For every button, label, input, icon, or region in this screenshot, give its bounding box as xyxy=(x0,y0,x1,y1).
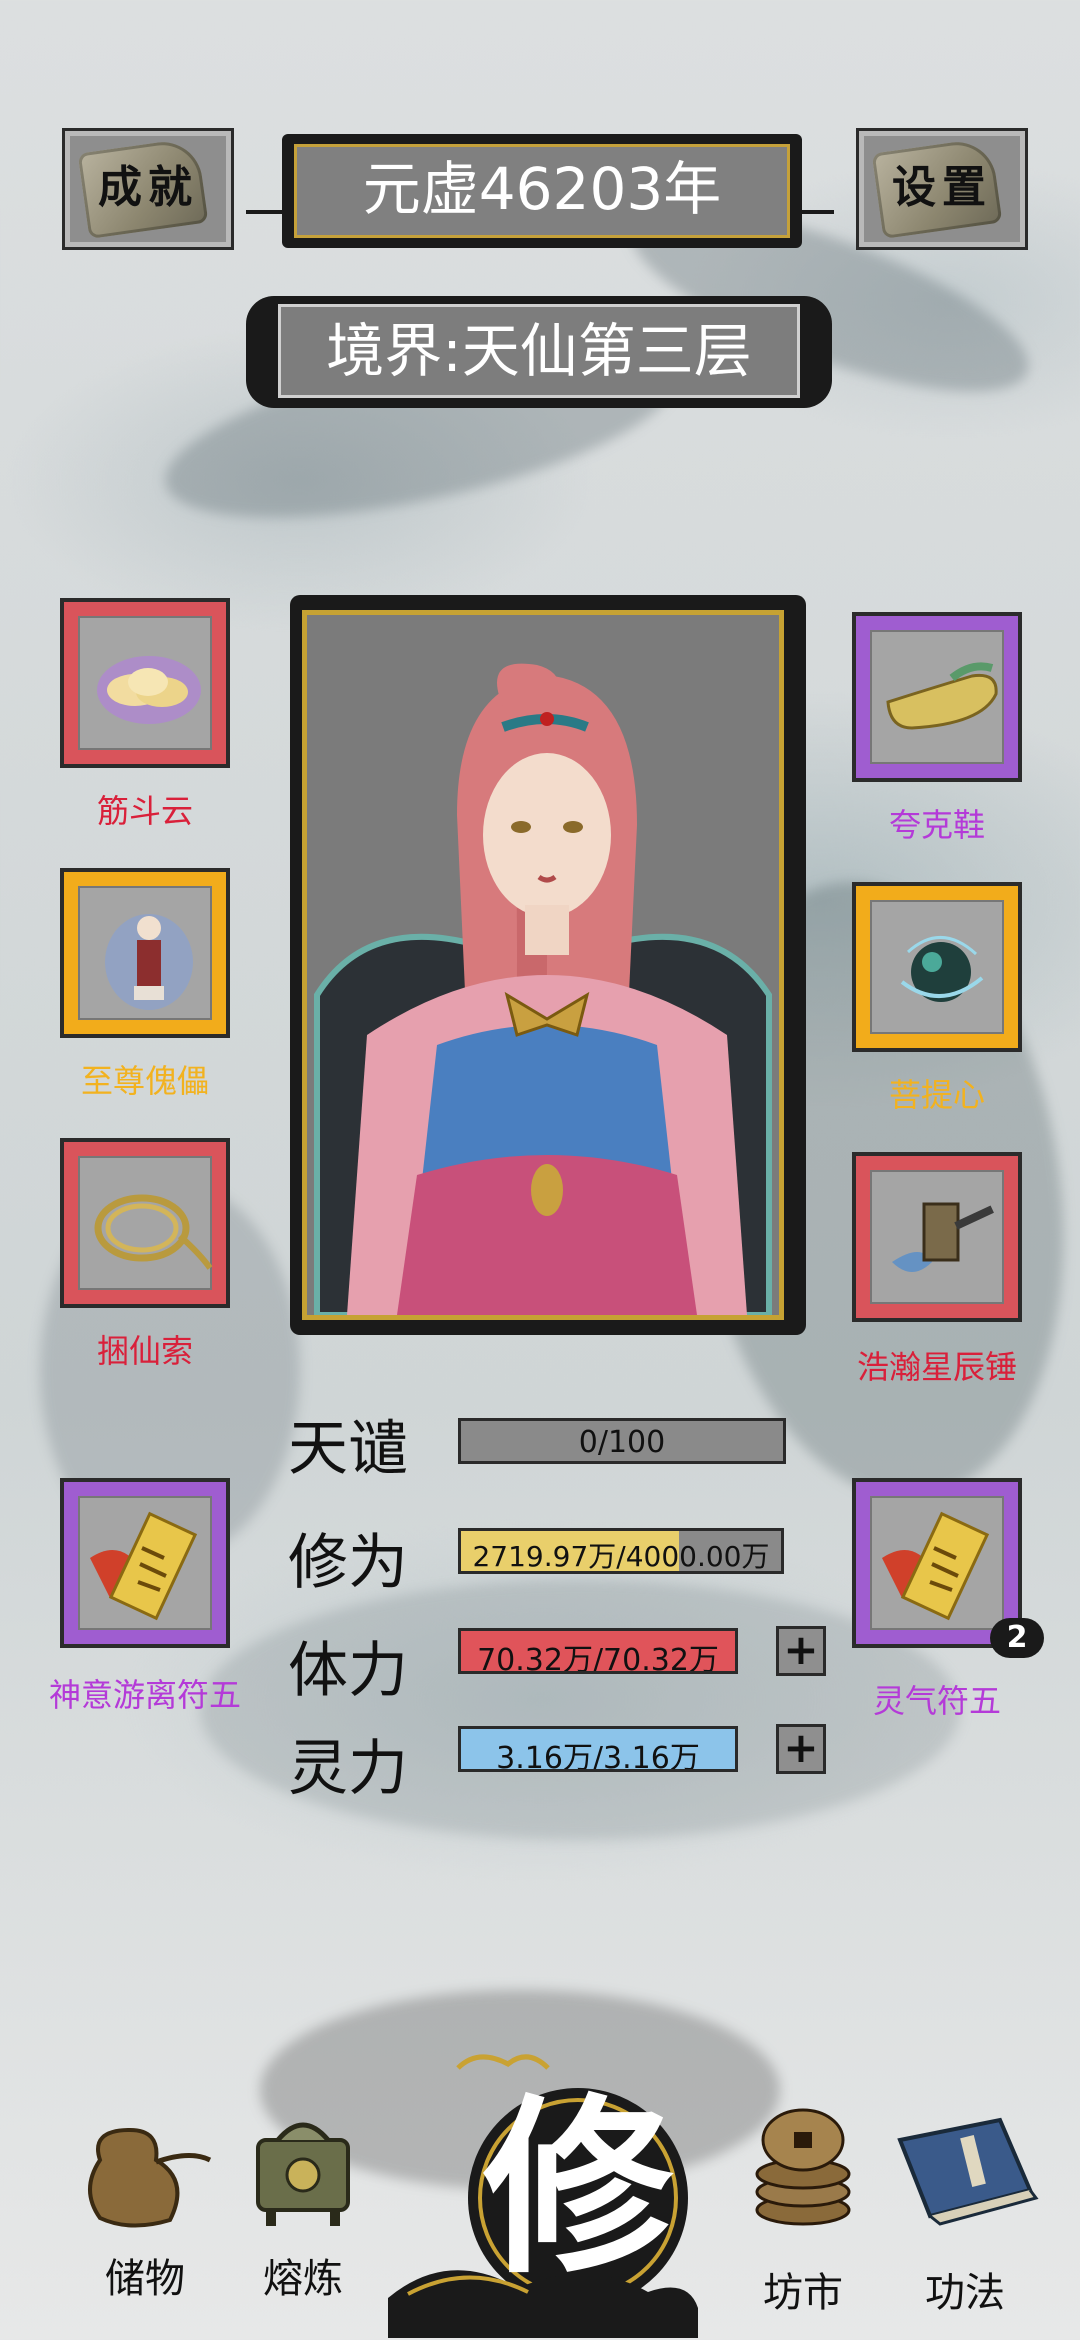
shoe-icon xyxy=(886,662,998,730)
cauldron-icon xyxy=(256,2122,350,2226)
nav-techniques-label: 功法 xyxy=(925,2270,1005,2316)
equip-slot-shoes[interactable] xyxy=(852,612,1022,782)
equip-label: 神意游离符五 xyxy=(48,1676,241,1714)
lingli-value: 3.16万/3.16万 xyxy=(496,1741,700,1772)
equip-label: 筋斗云 xyxy=(96,792,193,830)
tili-bar: 70.32万/70.32万 xyxy=(458,1628,738,1674)
equip-slot-jindouyun[interactable] xyxy=(60,598,230,768)
lingli-bar: 3.16万/3.16万 xyxy=(458,1726,738,1772)
nav-smelting-label: 熔炼 xyxy=(263,2256,343,2302)
stat-label-lingli: 灵力 xyxy=(288,1734,408,1804)
lingli-plus-button[interactable]: + xyxy=(776,1724,826,1774)
equip-slot-bodhi[interactable] xyxy=(852,882,1022,1052)
puppet-icon xyxy=(105,914,193,1010)
coins-icon xyxy=(755,2108,851,2226)
equip-label: 捆仙索 xyxy=(96,1332,193,1370)
character-illustration xyxy=(307,615,779,1315)
nav-market[interactable]: 坊市 xyxy=(718,2100,888,2316)
stat-label-tianqian: 天谴 xyxy=(288,1414,408,1484)
hammer-icon xyxy=(892,1202,994,1272)
year-display: 元虚46203年 xyxy=(294,144,790,238)
cultivate-label: 修 xyxy=(482,2076,673,2299)
stat-label-xiuwei: 修为 xyxy=(288,1528,408,1598)
nav-market-label: 坊市 xyxy=(763,2270,843,2316)
nav-storage[interactable]: 储物 xyxy=(60,2100,230,2302)
equip-slot-rope[interactable] xyxy=(60,1138,230,1308)
equip-slot-puppet[interactable] xyxy=(60,868,230,1038)
equip-slot-hammer[interactable] xyxy=(852,1152,1022,1322)
tianqian-bar: 0/100 xyxy=(458,1418,786,1464)
equip-label: 浩瀚星辰锤 xyxy=(856,1348,1017,1386)
nav-techniques[interactable]: 功法 xyxy=(880,2100,1050,2316)
tianqian-value: 0/100 xyxy=(578,1425,666,1460)
cultivate-button[interactable]: 修 xyxy=(388,2048,698,2338)
character-portrait[interactable] xyxy=(302,610,784,1320)
item-count-badge: 2 xyxy=(990,1618,1044,1658)
equip-label: 至尊傀儡 xyxy=(80,1062,209,1100)
talisman-icon xyxy=(90,1511,198,1621)
tili-plus-button[interactable]: + xyxy=(776,1626,826,1676)
orb-icon xyxy=(900,936,984,1002)
equip-label: 菩提心 xyxy=(888,1076,985,1114)
rope-icon xyxy=(94,1194,213,1270)
stat-label-tili: 体力 xyxy=(288,1636,408,1706)
equip-slot-talisman-left[interactable] xyxy=(60,1478,230,1648)
pouch-icon xyxy=(88,2127,212,2228)
realm-display: 境界:天仙第三层 xyxy=(278,304,800,398)
settings-label: 设置 xyxy=(892,162,992,213)
equip-label: 夸克鞋 xyxy=(888,806,985,844)
xiuwei-value: 2719.97万/4000.00万 xyxy=(472,1540,770,1573)
achievements-label: 成就 xyxy=(98,162,198,213)
achievements-button[interactable]: 成就 xyxy=(62,128,234,250)
nav-smelting[interactable]: 熔炼 xyxy=(218,2100,388,2302)
xiuwei-bar: 2719.97万/4000.00万 xyxy=(458,1528,784,1574)
tili-value: 70.32万/70.32万 xyxy=(477,1643,719,1674)
nav-storage-label: 储物 xyxy=(105,2256,185,2302)
settings-button[interactable]: 设置 xyxy=(856,128,1028,250)
book-icon xyxy=(897,2117,1039,2226)
cloud-icon xyxy=(97,656,201,724)
equip-label: 灵气符五 xyxy=(872,1682,1001,1720)
talisman-icon xyxy=(882,1511,990,1621)
